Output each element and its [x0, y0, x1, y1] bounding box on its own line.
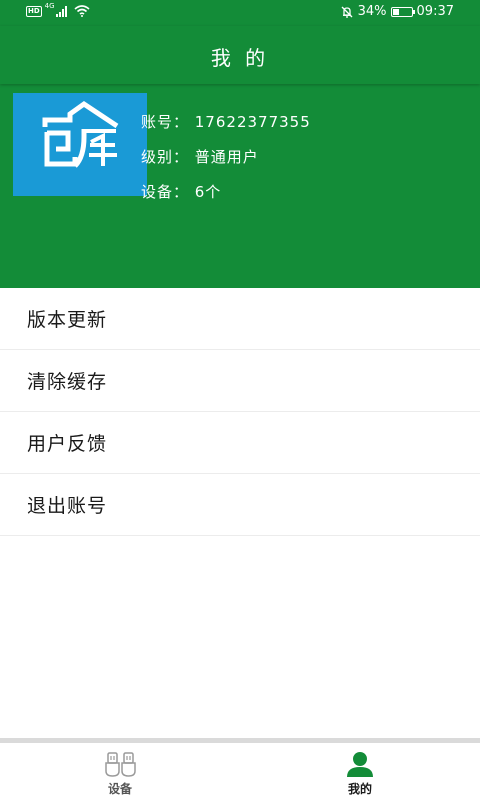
avatar	[13, 93, 147, 196]
battery-fill	[392, 8, 399, 15]
person-icon	[347, 752, 373, 777]
screen: HD 4G 34% 09:37 我 的 账号： 17622377355 级别： …	[0, 0, 480, 800]
page-title: 我 的	[210, 46, 270, 70]
battery-percent: 34%	[357, 4, 387, 19]
tab-devices-label: 设备	[107, 782, 132, 796]
device-count: 设备： 6个	[141, 183, 222, 201]
tab-mine[interactable]: 我的	[240, 743, 480, 800]
status-left: HD 4G	[26, 2, 90, 17]
wifi-icon	[74, 5, 90, 17]
network-type-label: 4G	[44, 2, 55, 10]
settings-menu: 版本更新 清除缓存 用户反馈 退出账号	[0, 288, 480, 536]
signal-icon	[55, 5, 68, 17]
account-level: 级别： 普通用户	[141, 148, 259, 166]
profile-info: 账号： 17622377355 级别： 普通用户 设备： 6个	[141, 111, 311, 216]
battery-icon	[390, 6, 415, 17]
menu-item-version-update[interactable]: 版本更新	[0, 288, 480, 350]
feiku-logo-icon	[42, 100, 119, 168]
device-icon	[105, 752, 136, 777]
menu-item-clear-cache[interactable]: 清除缓存	[0, 350, 480, 412]
status-bar: HD 4G 34% 09:37	[0, 0, 480, 26]
profile-header: 账号： 17622377355 级别： 普通用户 设备： 6个	[0, 84, 480, 288]
account-number: 账号： 17622377355	[141, 113, 311, 131]
title-bar: 我 的	[0, 26, 480, 84]
menu-item-logout[interactable]: 退出账号	[0, 474, 480, 536]
hd-badge: HD	[26, 5, 42, 17]
menu-item-user-feedback[interactable]: 用户反馈	[0, 412, 480, 474]
tab-devices[interactable]: 设备	[0, 743, 240, 800]
bottom-nav: 设备 我的	[0, 743, 480, 800]
clock: 09:37	[416, 4, 454, 19]
tab-mine-label: 我的	[347, 782, 372, 796]
status-right: 34% 09:37	[340, 4, 454, 19]
mute-icon	[341, 6, 353, 18]
